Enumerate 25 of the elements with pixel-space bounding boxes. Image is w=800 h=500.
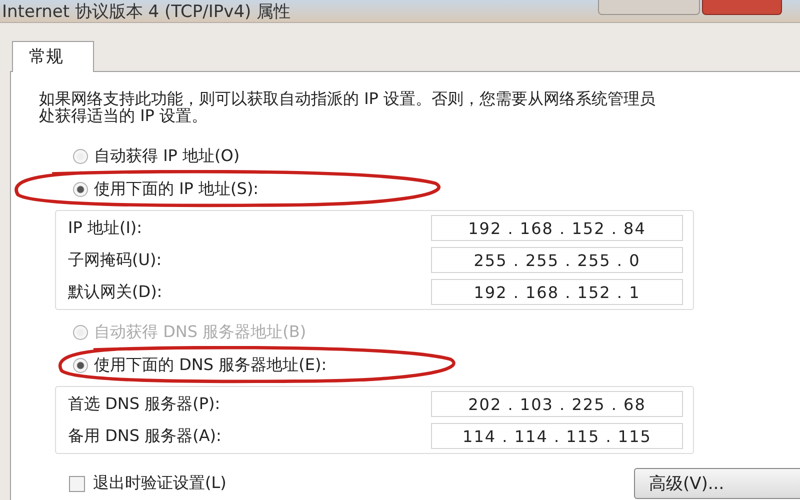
ip-address-field[interactable]: 192 . 168 . 152 . 84 — [431, 215, 683, 241]
radio-label: 自动获得 DNS 服务器地址(B) — [94, 322, 306, 342]
field-label: 子网掩码(U): — [68, 250, 162, 270]
radio-label: 自动获得 IP 地址(O) — [94, 146, 240, 166]
close-button[interactable] — [702, 0, 782, 15]
field-label: 首选 DNS 服务器(P): — [68, 394, 220, 414]
intro-text: 如果网络支持此功能，则可以获取自动指派的 IP 设置。否则，您需要从网络系统管理员处获得适当的 IP 设置。 — [39, 90, 657, 124]
radio-label: 使用下面的 IP 地址(S): — [94, 178, 259, 200]
radio-button[interactable] — [73, 182, 88, 196]
ip-address-field[interactable]: 202 . 103 . 225 . 68 — [431, 391, 683, 417]
ip-address-field[interactable]: 192 . 168 . 152 . 1 — [431, 279, 683, 305]
checkbox[interactable] — [69, 476, 85, 492]
radio-button[interactable] — [73, 148, 88, 164]
window-title: Internet 协议版本 4 (TCP/IPv4) 属性 — [2, 2, 291, 22]
field-label: IP 地址(I): — [68, 218, 142, 238]
ip-address-field[interactable]: 255 . 255 . 255 . 0 — [431, 247, 683, 273]
field-label: 默认网关(D): — [68, 282, 162, 302]
checkbox-label: 退出时验证设置(L) — [93, 473, 226, 494]
tab[interactable]: 常规 — [12, 41, 94, 72]
maximize-button[interactable] — [598, 0, 700, 15]
radio-button[interactable] — [73, 358, 88, 372]
field-label: 备用 DNS 服务器(A): — [68, 426, 222, 446]
ip-address-field[interactable]: 114 . 114 . 115 . 115 — [431, 423, 683, 449]
radio-label: 使用下面的 DNS 服务器地址(E): — [94, 354, 327, 376]
advanced-button[interactable]: 高级(V)... — [634, 468, 800, 499]
